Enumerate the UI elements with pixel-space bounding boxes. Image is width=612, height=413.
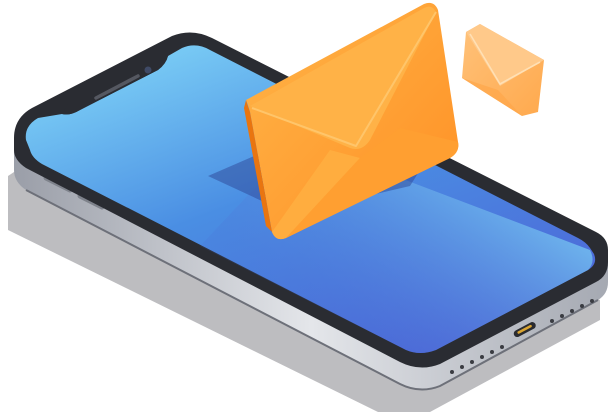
illustration bbox=[8, 2, 608, 412]
envelope-small-icon bbox=[462, 24, 544, 116]
front-camera bbox=[144, 66, 152, 74]
